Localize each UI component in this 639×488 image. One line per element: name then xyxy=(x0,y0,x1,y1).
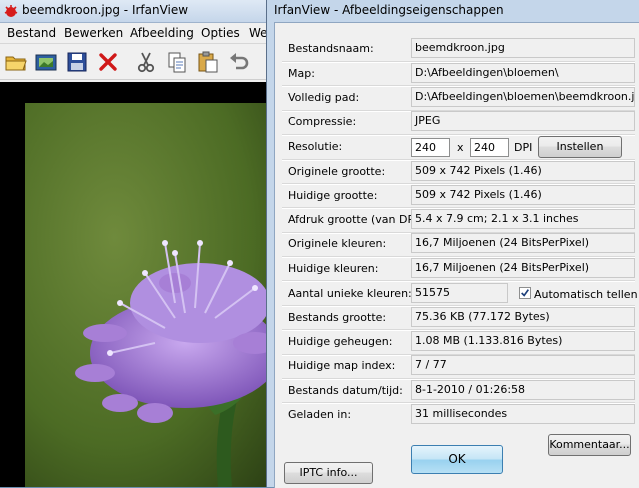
menu-weergave[interactable]: We xyxy=(249,26,268,40)
compression-value: JPEG xyxy=(411,111,635,131)
irfanview-main-window: beemdkroon.jpg - IrfanView Bestand Bewer… xyxy=(0,0,280,487)
file-date-value: 8-1-2010 / 01:26:58 xyxy=(411,380,635,400)
separator xyxy=(282,280,635,282)
file-size-value: 75.36 KB (77.172 Bytes) xyxy=(411,307,635,327)
load-time-label: Geladen in: xyxy=(288,408,352,421)
menu-bestand[interactable]: Bestand xyxy=(7,26,56,40)
folder-index-value: 7 / 77 xyxy=(411,355,635,375)
original-colors-value: 16,7 Miljoenen (24 BitsPerPixel) xyxy=(411,233,635,253)
current-colors-label: Huidige kleuren: xyxy=(288,262,379,275)
set-resolution-button[interactable]: Instellen xyxy=(538,136,622,158)
file-date-label: Bestands datum/tijd: xyxy=(288,384,403,397)
slideshow-icon[interactable] xyxy=(33,49,59,75)
full-path-value: D:\Afbeeldingen\bloemen\beemdkroon.jpg xyxy=(411,87,635,107)
auto-count-checkbox[interactable] xyxy=(519,287,531,299)
file-size-label: Bestands grootte: xyxy=(288,311,387,324)
copy-icon[interactable] xyxy=(164,49,190,75)
original-size-value: 509 x 742 Pixels (1.46) xyxy=(411,161,635,181)
menu-bewerken[interactable]: Bewerken xyxy=(64,26,123,40)
menu-bar: Bestand Bewerken Afbeelding Opties We xyxy=(0,24,280,44)
dialog-title: IrfanView - Afbeeldingseigenschappen xyxy=(274,3,504,17)
irfanview-logo-icon xyxy=(3,3,19,19)
comments-button[interactable]: Kommentaar... xyxy=(548,434,631,456)
resolution-x-separator: x xyxy=(457,141,464,154)
iptc-info-button[interactable]: IPTC info... xyxy=(284,462,373,484)
current-colors-value: 16,7 Miljoenen (24 BitsPerPixel) xyxy=(411,258,635,278)
compression-label: Compressie: xyxy=(288,115,357,128)
paste-icon[interactable] xyxy=(195,49,221,75)
unique-colors-value: 51575 xyxy=(411,283,508,303)
memory-label: Huidige geheugen: xyxy=(288,335,393,348)
original-size-label: Originele grootte: xyxy=(288,165,386,178)
flower-photo xyxy=(25,103,280,487)
memory-value: 1.08 MB (1.133.816 Bytes) xyxy=(411,331,635,351)
folder-value: D:\Afbeeldingen\bloemen\ xyxy=(411,63,635,83)
filename-value: beemdkroon.jpg xyxy=(411,38,635,58)
delete-icon[interactable] xyxy=(95,49,121,75)
folder-index-label: Huidige map index: xyxy=(288,359,396,372)
main-window-title: beemdkroon.jpg - IrfanView xyxy=(22,3,189,17)
load-time-value: 31 millisecondes xyxy=(411,404,635,424)
current-size-value: 509 x 742 Pixels (1.46) xyxy=(411,185,635,205)
checkmark-icon xyxy=(521,289,530,297)
folder-label: Map: xyxy=(288,67,315,80)
cut-icon[interactable] xyxy=(133,49,159,75)
original-colors-label: Originele kleuren: xyxy=(288,237,387,250)
resolution-label: Resolutie: xyxy=(288,140,343,153)
open-folder-icon[interactable] xyxy=(3,49,29,75)
unique-colors-label: Aantal unieke kleuren: xyxy=(288,287,412,300)
auto-count-label[interactable]: Automatisch tellen xyxy=(534,288,638,301)
print-size-value: 5.4 x 7.9 cm; 2.1 x 3.1 inches xyxy=(411,209,635,229)
undo-icon[interactable] xyxy=(226,49,252,75)
properties-dialog: IrfanView - Afbeeldingseigenschappen Bes… xyxy=(266,0,639,488)
save-icon[interactable] xyxy=(64,49,90,75)
resolution-unit: DPI xyxy=(514,141,533,154)
menu-opties[interactable]: Opties xyxy=(201,26,240,40)
filename-label: Bestandsnaam: xyxy=(288,42,374,55)
full-path-label: Volledig pad: xyxy=(288,91,360,104)
menu-afbeelding[interactable]: Afbeelding xyxy=(130,26,194,40)
resolution-y-input[interactable]: 240 xyxy=(470,138,509,157)
current-size-label: Huidige grootte: xyxy=(288,189,378,202)
resolution-x-input[interactable]: 240 xyxy=(411,138,450,157)
dialog-body: Bestandsnaam: beemdkroon.jpg Map: D:\Afb… xyxy=(274,22,639,488)
ok-button[interactable]: OK xyxy=(411,445,503,474)
toolbar xyxy=(0,45,280,80)
print-size-label: Afdruk grootte (van DPI): xyxy=(288,213,426,226)
main-title-bar[interactable]: beemdkroon.jpg - IrfanView xyxy=(0,0,280,23)
image-viewer[interactable] xyxy=(0,82,280,487)
